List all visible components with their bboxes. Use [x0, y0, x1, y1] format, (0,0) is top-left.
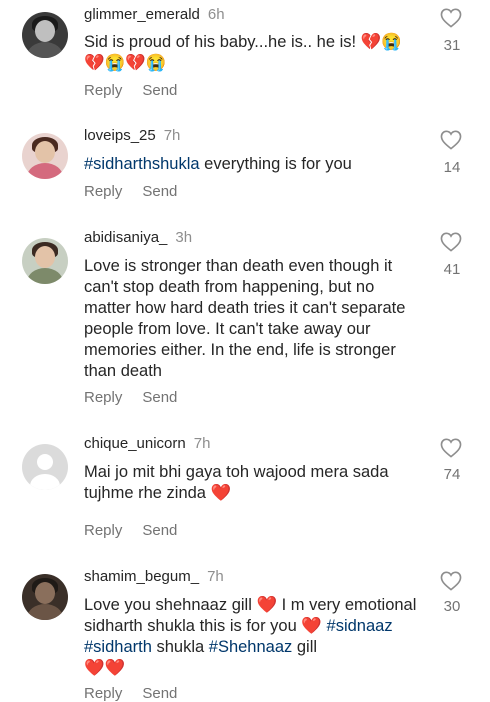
avatar-body	[27, 604, 63, 620]
avatar-body	[27, 268, 63, 284]
comment-actions: Reply Send	[84, 685, 197, 702]
username[interactable]: loveips_25	[84, 127, 156, 144]
like-count: 30	[443, 598, 461, 615]
avatar-face	[37, 454, 53, 470]
comment-text-body: shukla	[151, 638, 209, 656]
comment-text: Sid is proud of his baby...he is.. he is…	[84, 32, 424, 74]
heart-icon[interactable]	[440, 130, 462, 150]
comment-actions: Reply Send	[84, 389, 197, 406]
avatar[interactable]	[22, 238, 68, 284]
comment-time: 7h	[163, 127, 181, 144]
comment-actions: Reply Send	[84, 82, 197, 99]
emoji-row: 💔😭💔😭	[84, 54, 167, 72]
avatar[interactable]	[22, 12, 68, 58]
hashtag-link[interactable]: #sidharth	[84, 638, 152, 656]
hashtag-link[interactable]: #Shehnaaz	[209, 638, 293, 656]
send-button[interactable]: Send	[142, 389, 177, 406]
like-count: 41	[443, 261, 461, 278]
comment-text-body: Sid is proud of his baby...he is.. he is…	[84, 33, 357, 51]
comment-time: 7h	[207, 568, 224, 585]
comment-header: shamim_begum_ 7h	[84, 568, 224, 585]
comment-header: glimmer_emerald 6h	[84, 6, 225, 23]
comment-text-body: everything is for you	[199, 155, 352, 173]
comment-time: 3h	[175, 229, 193, 246]
comment-text: Love is stronger than death even though …	[84, 257, 406, 380]
comment-text: Mai jo mit bhi gaya toh wajood mera sada…	[84, 462, 424, 504]
hashtag-link[interactable]: #sidnaaz	[327, 617, 393, 635]
reply-button[interactable]: Reply	[84, 389, 122, 406]
avatar-face	[35, 246, 55, 268]
username[interactable]: chique_unicorn	[84, 435, 186, 452]
comment-text-body: gill	[292, 638, 318, 656]
comment-text: Love you shehnaaz gill ❤️ I m very emoti…	[84, 595, 424, 679]
avatar-body	[30, 474, 60, 490]
username[interactable]: glimmer_emerald	[84, 6, 200, 23]
heart-emoji: ❤️	[210, 484, 232, 502]
heart-icon[interactable]	[440, 232, 462, 252]
avatar-face	[35, 20, 55, 42]
send-button[interactable]: Send	[142, 685, 177, 702]
comment-actions: Reply Send	[84, 183, 197, 200]
avatar-default[interactable]	[22, 444, 68, 490]
like-count: 31	[443, 37, 461, 54]
reply-button[interactable]: Reply	[84, 82, 122, 99]
avatar-face	[35, 141, 55, 163]
heart-emoji: ❤️	[301, 617, 322, 635]
send-button[interactable]: Send	[142, 82, 177, 99]
hashtag-link[interactable]: #sidharthshukla	[84, 155, 200, 173]
comment-header: chique_unicorn 7h	[84, 435, 210, 452]
comment-text: #sidharthshukla everything is for you	[84, 154, 424, 175]
avatar-face	[35, 582, 55, 604]
send-button[interactable]: Send	[142, 522, 177, 539]
username[interactable]: abidisaniya_	[84, 229, 167, 246]
heart-emoji: ❤️	[256, 596, 278, 614]
comment-actions: Reply Send	[84, 522, 197, 539]
comment-text-body: Mai jo mit bhi gaya toh wajood mera sada…	[84, 463, 389, 502]
avatar[interactable]	[22, 133, 68, 179]
comment-header: abidisaniya_ 3h	[84, 229, 192, 246]
heart-icon[interactable]	[440, 8, 462, 28]
avatar-body	[27, 163, 63, 179]
comment-time: 6h	[207, 6, 225, 23]
avatar[interactable]	[22, 574, 68, 620]
comment-header: loveips_25 7h	[84, 127, 180, 144]
emoji-broken-heart-crying: 💔😭	[360, 33, 402, 51]
avatar-body	[27, 42, 63, 58]
reply-button[interactable]: Reply	[84, 685, 122, 702]
reply-button[interactable]: Reply	[84, 183, 122, 200]
heart-icon[interactable]	[440, 571, 462, 591]
comment-text-body: Love you shehnaaz gill	[84, 596, 252, 614]
heart-emoji: ❤️❤️	[84, 659, 126, 677]
reply-button[interactable]: Reply	[84, 522, 122, 539]
like-count: 14	[443, 159, 461, 176]
comment-time: 7h	[193, 435, 211, 452]
send-button[interactable]: Send	[142, 183, 177, 200]
like-count: 74	[443, 466, 461, 483]
heart-icon[interactable]	[440, 438, 462, 458]
username[interactable]: shamim_begum_	[84, 568, 199, 585]
